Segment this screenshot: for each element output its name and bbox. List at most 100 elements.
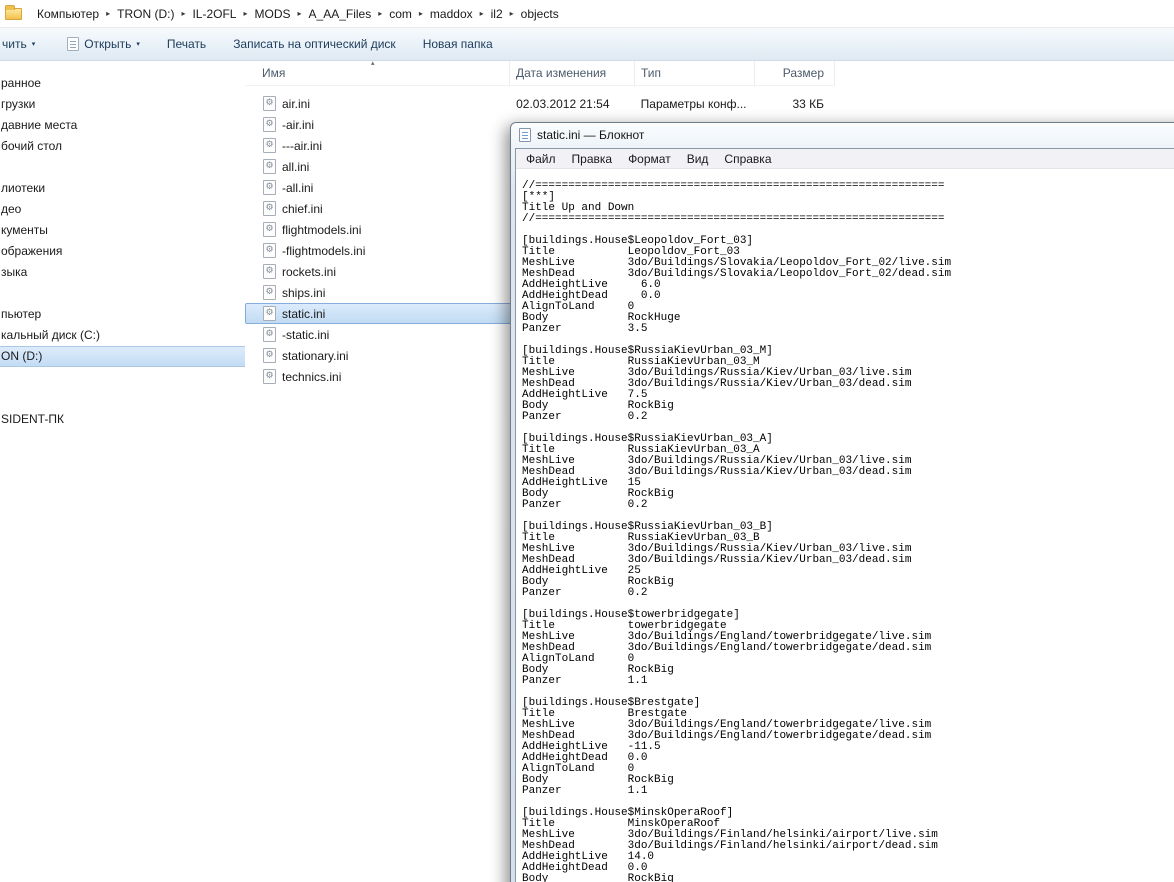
file-name: -all.ini — [282, 180, 314, 195]
sidebar-group: SIDENT-ПК — [0, 409, 245, 430]
sidebar-item[interactable]: SIDENT-ПК — [0, 409, 245, 430]
notepad-menu-item[interactable]: Вид — [679, 152, 717, 166]
notepad-window: static.ini — Блокнот Файл Правка Формат Вид… — [510, 122, 1174, 882]
column-header[interactable]: Имя ▴ — [245, 59, 510, 86]
file-name: flightmodels.ini — [282, 222, 362, 237]
notepad-icon — [519, 128, 531, 142]
ini-file-icon — [263, 306, 276, 321]
ini-file-icon — [263, 243, 276, 258]
file-name-cell: ---air.ini — [246, 138, 510, 153]
file-name: -air.ini — [282, 117, 315, 132]
file-name-cell: technics.ini — [246, 369, 510, 384]
ini-file-icon — [263, 96, 276, 111]
sidebar-item[interactable]: део — [0, 199, 245, 220]
notepad-title-bar[interactable]: static.ini — Блокнот — [511, 123, 1174, 147]
sidebar-group: пьютер кальный диск (C:) ON (D:) — [0, 304, 245, 367]
file-name-cell: rockets.ini — [246, 264, 510, 279]
file-name: -static.ini — [282, 327, 330, 342]
file-name-cell: chief.ini — [246, 201, 510, 216]
breadcrumb-item[interactable]: A_AA_Files — [303, 7, 378, 21]
file-row[interactable]: air.ini 02.03.2012 21:54 Параметры конф...… — [245, 93, 835, 114]
sidebar-item[interactable]: кументы — [0, 220, 245, 241]
notepad-window-title: static.ini — Блокнот — [537, 128, 645, 142]
sidebar-item[interactable]: бочий стол — [0, 136, 245, 157]
ini-file-icon — [263, 159, 276, 174]
command-toolbar: чить ▾ Открыть ▾ Печать Записать на оптически… — [0, 28, 1174, 61]
breadcrumb-item[interactable]: TRON (D:) — [111, 7, 180, 21]
ini-file-icon — [263, 117, 276, 132]
toolbar-button[interactable]: Записать на оптический диск — [224, 31, 405, 57]
file-name: -flightmodels.ini — [282, 243, 366, 258]
column-headers: Имя ▴ Дата изменения Тип Размер — [245, 59, 1174, 86]
file-name: ships.ini — [282, 285, 326, 300]
file-name-cell: flightmodels.ini — [246, 222, 510, 237]
window-folder-icon — [5, 4, 22, 20]
column-header[interactable]: Размер — [755, 61, 835, 86]
sidebar-group: ранное грузки давние места бочий стол — [0, 73, 245, 157]
sidebar-item[interactable]: зыка — [0, 262, 245, 283]
sidebar-item[interactable]: пьютер — [0, 304, 245, 325]
file-name-cell: stationary.ini — [246, 348, 510, 363]
breadcrumb: Компьютер ▸ TRON (D:) ▸ IL-2OFL ▸ MODS ▸ A_AA_Fi… — [31, 0, 565, 27]
file-name-cell: -flightmodels.ini — [246, 243, 510, 258]
file-name: all.ini — [282, 159, 310, 174]
breadcrumb-item[interactable]: il2 — [485, 7, 509, 21]
ini-file-icon — [263, 222, 276, 237]
dropdown-arrow-icon: ▾ — [31, 40, 36, 48]
file-name-cell: -static.ini — [246, 327, 510, 342]
file-name: technics.ini — [282, 369, 342, 384]
ini-file-icon — [263, 285, 276, 300]
ini-file-icon — [263, 138, 276, 153]
column-header[interactable]: Дата изменения — [510, 61, 635, 86]
breadcrumb-item[interactable]: objects — [515, 7, 565, 21]
file-name-cell: ships.ini — [246, 285, 510, 300]
notepad-menu-item[interactable]: Справка — [716, 152, 779, 166]
notepad-text: //======================================… — [522, 180, 952, 882]
sidebar-item[interactable]: давние места — [0, 115, 245, 136]
sidebar-item[interactable]: ображения — [0, 241, 245, 262]
breadcrumb-item[interactable]: com — [383, 7, 418, 21]
breadcrumb-item[interactable]: maddox — [424, 7, 479, 21]
notepad-menu-item[interactable]: Правка — [564, 152, 621, 166]
notepad-menu-bar: Файл Правка Формат Вид Справка — [516, 149, 1174, 169]
file-name: rockets.ini — [282, 264, 337, 279]
notepad-menu-item[interactable]: Формат — [620, 152, 679, 166]
toolbar-button[interactable]: чить ▾ — [0, 31, 44, 57]
toolbar-button[interactable]: Печать — [158, 31, 215, 57]
file-name-cell: -air.ini — [246, 117, 510, 132]
file-name: chief.ini — [282, 201, 323, 216]
sidebar-item[interactable]: ON (D:) — [0, 346, 245, 367]
breadcrumb-item[interactable]: IL-2OFL — [186, 7, 242, 21]
toolbar-button-label: Записать на оптический диск — [233, 37, 396, 51]
sidebar-item[interactable]: кальный диск (C:) — [0, 325, 245, 346]
toolbar-button[interactable]: Открыть ▾ — [58, 31, 149, 57]
notepad-menu-item[interactable]: Файл — [518, 152, 564, 166]
document-icon — [67, 37, 80, 51]
file-name: ---air.ini — [282, 138, 323, 153]
file-type: Параметры конф... — [640, 96, 747, 111]
notepad-client-area: Файл Правка Формат Вид Справка //===========… — [515, 148, 1174, 882]
sidebar-item[interactable]: ранное — [0, 73, 245, 94]
ini-file-icon — [263, 180, 276, 195]
column-header[interactable]: Тип — [635, 61, 755, 86]
file-name-cell: static.ini — [246, 306, 510, 321]
file-name: stationary.ini — [282, 348, 349, 363]
toolbar-button[interactable]: Новая папка — [414, 31, 502, 57]
toolbar-button-label: Новая папка — [422, 37, 493, 51]
breadcrumb-item[interactable]: MODS — [249, 7, 297, 21]
dropdown-arrow-icon: ▾ — [136, 40, 140, 48]
toolbar-button-label: Открыть — [84, 37, 132, 51]
navigation-pane: ранное грузки давние места бочий стол лиотек… — [0, 61, 245, 882]
file-name-cell: air.ini — [246, 96, 510, 111]
sort-ascending-icon: ▴ — [371, 59, 375, 67]
ini-file-icon — [263, 201, 276, 216]
ini-file-icon — [263, 369, 276, 384]
toolbar-button-label: Печать — [166, 37, 207, 51]
notepad-text-area[interactable]: //======================================… — [516, 169, 1174, 882]
file-name: air.ini — [282, 96, 311, 111]
address-bar[interactable]: Компьютер ▸ TRON (D:) ▸ IL-2OFL ▸ MODS ▸ A_AA_Fi… — [0, 0, 1174, 28]
sidebar-item[interactable]: лиотеки — [0, 178, 245, 199]
file-name: static.ini — [282, 306, 326, 321]
breadcrumb-item[interactable]: Компьютер — [31, 7, 105, 21]
sidebar-item[interactable]: грузки — [0, 94, 245, 115]
